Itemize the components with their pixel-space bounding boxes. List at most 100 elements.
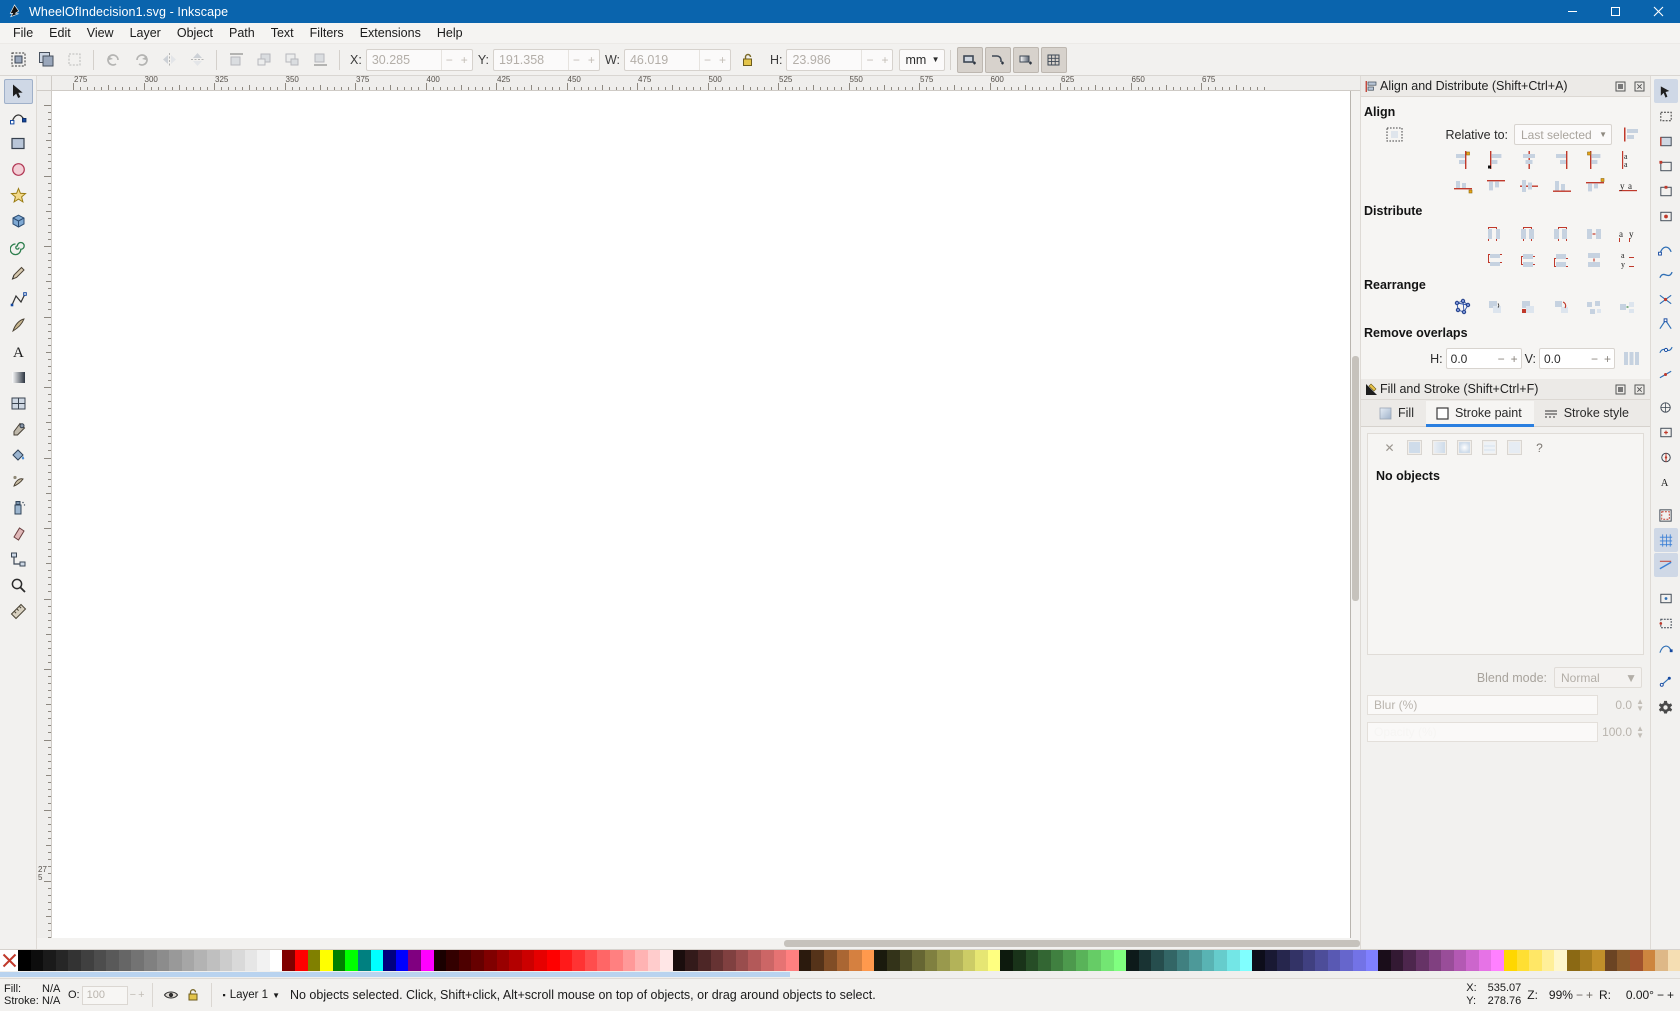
menu-extensions[interactable]: Extensions <box>352 24 429 42</box>
palette-swatch[interactable] <box>748 950 762 971</box>
palette-swatch[interactable] <box>232 950 245 971</box>
palette-swatch[interactable] <box>433 950 447 971</box>
snap-cusp-nodes-icon[interactable] <box>1654 312 1678 336</box>
palette-swatch[interactable] <box>358 950 371 971</box>
palette-swatch[interactable] <box>1063 950 1076 971</box>
palette-swatch[interactable] <box>332 950 346 971</box>
palette-swatch[interactable] <box>1327 950 1341 971</box>
palette-swatch[interactable] <box>1239 950 1253 971</box>
deselect-icon[interactable] <box>61 47 87 73</box>
blend-mode-dropdown[interactable]: Normal ▼ <box>1554 667 1642 688</box>
palette-scrollbar[interactable] <box>0 971 1680 978</box>
palette-swatch[interactable] <box>257 950 270 971</box>
palette-swatch[interactable] <box>1164 950 1177 971</box>
snap-nodes-paths-icon[interactable] <box>1654 237 1678 261</box>
y-stepper[interactable]: − + <box>567 49 599 70</box>
align-right-edges-to-left-anchor-icon[interactable] <box>1446 147 1479 172</box>
palette-swatch[interactable] <box>1554 950 1568 971</box>
eraser-tool[interactable] <box>4 521 33 546</box>
snap-bounding-boxes-icon[interactable] <box>1654 104 1678 128</box>
palette-swatch[interactable] <box>559 950 573 971</box>
palette-swatch[interactable] <box>1101 950 1114 971</box>
unknown-paint-icon[interactable]: ? <box>1532 440 1547 455</box>
menu-filters[interactable]: Filters <box>302 24 352 42</box>
ellipse-tool[interactable] <box>4 157 33 182</box>
snap-object-nodes-icon[interactable] <box>1654 636 1678 660</box>
palette-swatch[interactable] <box>1378 950 1391 971</box>
palette-swatch[interactable] <box>1390 950 1404 971</box>
palette-swatch[interactable] <box>446 950 459 971</box>
palette-swatch[interactable] <box>710 950 724 971</box>
opacity-slider[interactable]: Opacity (%) <box>1367 722 1599 742</box>
palette-swatch[interactable] <box>471 950 484 971</box>
palette-swatch[interactable] <box>1428 950 1442 971</box>
flip-horizontal-icon[interactable] <box>156 47 182 73</box>
palette-swatch[interactable] <box>1365 950 1379 971</box>
palette-swatch[interactable] <box>1189 950 1202 971</box>
relative-to-dropdown[interactable]: Last selected ▼ <box>1514 124 1612 145</box>
palette-swatch[interactable] <box>1012 950 1026 971</box>
palette-swatch[interactable] <box>534 950 547 971</box>
snap-rotation-centers-icon[interactable] <box>1654 445 1678 469</box>
distribute-left-edges-icon[interactable] <box>1479 221 1512 246</box>
palette-swatch[interactable] <box>219 950 233 971</box>
palette-swatch[interactable] <box>849 950 862 971</box>
canvas-horizontal-scrollbar[interactable] <box>52 938 1360 949</box>
palette-swatch[interactable] <box>320 950 333 971</box>
snap-text-baselines-icon[interactable]: A <box>1654 470 1678 494</box>
snap-path-intersections-icon[interactable] <box>1654 287 1678 311</box>
float-panel-icon[interactable] <box>1612 381 1628 397</box>
align-right-edges-icon[interactable] <box>1545 147 1578 172</box>
palette-swatch[interactable] <box>1592 950 1605 971</box>
palette-swatch[interactable] <box>181 950 195 971</box>
palette-swatch[interactable] <box>80 950 94 971</box>
exchange-positions-zorder-icon[interactable] <box>1512 295 1545 320</box>
blur-stepper[interactable]: ▲ ▼ <box>1636 698 1644 713</box>
center-on-vertical-axis-icon[interactable] <box>1512 147 1545 172</box>
radial-gradient-icon[interactable] <box>1457 440 1472 455</box>
palette-swatch[interactable] <box>546 950 560 971</box>
paintbucket-tool[interactable] <box>4 443 33 468</box>
overlap-v-stepper[interactable]: − + <box>1588 352 1614 366</box>
palette-swatch[interactable] <box>458 950 472 971</box>
distribute-text-baselines-vertically-icon[interactable]: ay <box>1611 247 1644 272</box>
snap-paths-icon[interactable] <box>1654 262 1678 286</box>
calligraphy-tool[interactable] <box>4 313 33 338</box>
palette-swatch[interactable] <box>509 950 522 971</box>
blur-value[interactable]: 0.0 <box>1602 698 1632 712</box>
palette-swatch[interactable] <box>1617 950 1630 971</box>
opacity-status-value[interactable]: 100 <box>81 985 128 1005</box>
palette-swatch[interactable] <box>962 950 976 971</box>
palette-swatch[interactable] <box>370 950 384 971</box>
affect-stroke-width-icon[interactable] <box>957 46 984 73</box>
zoom-value[interactable]: 99% <box>1541 988 1573 1002</box>
palette-swatch[interactable] <box>143 950 157 971</box>
overlap-v-field[interactable]: −+ <box>1539 348 1615 369</box>
palette-swatch[interactable] <box>811 950 824 971</box>
star-tool[interactable] <box>4 183 33 208</box>
float-panel-icon[interactable] <box>1612 78 1628 94</box>
horizontal-ruler[interactable]: 275 300 325 350 375 400 425 450 475 500 525 550 575 6… <box>52 76 1360 91</box>
palette-swatch[interactable] <box>609 950 623 971</box>
palette-swatch[interactable] <box>1025 950 1039 971</box>
palette-swatch[interactable] <box>1214 950 1227 971</box>
rotate-cw-icon[interactable] <box>128 47 154 73</box>
randomize-positions-icon[interactable] <box>1578 295 1611 320</box>
snap-handles-icon[interactable] <box>1654 669 1678 693</box>
raise-icon[interactable] <box>251 47 277 73</box>
treat-selection-as-group-icon[interactable] <box>1381 122 1407 146</box>
palette-swatch[interactable] <box>836 950 850 971</box>
palette-swatch[interactable] <box>761 950 774 971</box>
snap-settings-icon[interactable] <box>1654 694 1678 718</box>
selector-tool[interactable] <box>3 79 33 104</box>
palette-swatch[interactable] <box>1466 950 1479 971</box>
graph-layout-icon[interactable] <box>1446 295 1479 320</box>
palette-swatch[interactable] <box>924 950 938 971</box>
palette-swatch[interactable] <box>1441 950 1454 971</box>
snap-bbox-centers-icon[interactable] <box>1654 204 1678 228</box>
palette-swatch[interactable] <box>685 950 699 971</box>
palette-swatch[interactable] <box>1252 950 1265 971</box>
palette-swatch[interactable] <box>282 950 296 971</box>
menu-text[interactable]: Text <box>263 24 302 42</box>
exchange-positions-selection-order-icon[interactable] <box>1479 295 1512 320</box>
